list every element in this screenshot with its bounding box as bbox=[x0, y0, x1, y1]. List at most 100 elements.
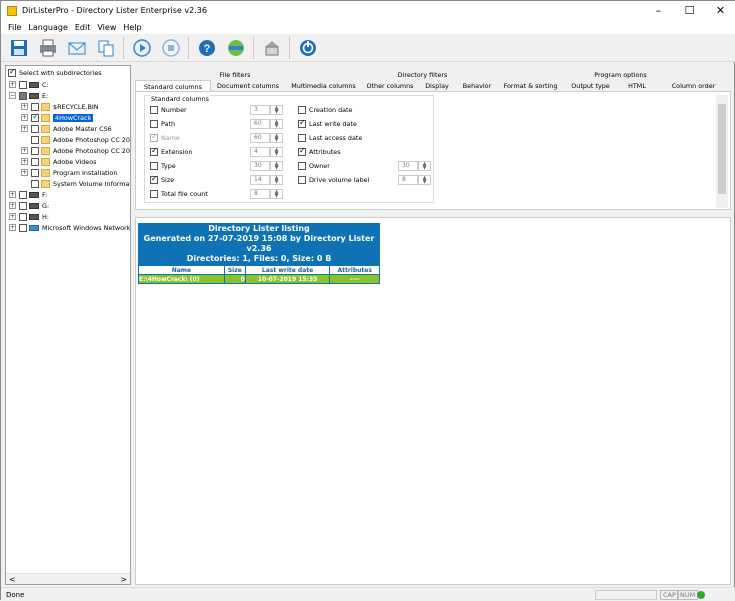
tree-horizontal-scrollbar[interactable]: < > bbox=[6, 573, 130, 584]
menu-edit[interactable]: Edit bbox=[75, 23, 91, 32]
tree-item[interactable]: + C: bbox=[9, 79, 49, 90]
tree-checkbox[interactable] bbox=[19, 212, 27, 221]
expand-icon[interactable]: + bbox=[9, 191, 16, 198]
tree-checkbox[interactable] bbox=[31, 146, 39, 155]
tree-checkbox[interactable] bbox=[31, 135, 39, 144]
expand-icon[interactable]: + bbox=[9, 81, 16, 88]
tree-checkbox[interactable] bbox=[19, 190, 27, 199]
tab-standard-columns[interactable]: Standard columns bbox=[135, 80, 211, 91]
expand-icon[interactable]: + bbox=[21, 169, 28, 176]
spinner-value[interactable]: 8 bbox=[250, 189, 270, 199]
spinner-arrows-icon[interactable]: ▲ ▼ bbox=[270, 133, 283, 143]
checkbox[interactable] bbox=[150, 120, 158, 128]
spinner-arrows-icon[interactable]: ▲ ▼ bbox=[270, 161, 283, 171]
expand-icon[interactable]: + bbox=[21, 147, 28, 154]
minimize-button[interactable]: – bbox=[643, 1, 674, 20]
scroll-left-icon[interactable]: < bbox=[9, 575, 16, 584]
cell-name[interactable]: E:\4HowCrack\ (0) bbox=[138, 274, 225, 284]
web-icon[interactable] bbox=[225, 37, 247, 59]
spinner-value[interactable]: 4 bbox=[250, 147, 270, 157]
tree-checkbox[interactable] bbox=[31, 112, 40, 122]
tab-other-columns[interactable]: Other columns bbox=[362, 80, 418, 91]
tree-checkbox[interactable] bbox=[31, 168, 39, 177]
checkbox[interactable] bbox=[298, 176, 306, 184]
checkbox[interactable] bbox=[298, 134, 306, 142]
expand-icon[interactable]: + bbox=[9, 224, 16, 231]
expand-icon[interactable]: + bbox=[9, 213, 16, 220]
tree-item[interactable]: − E: bbox=[9, 90, 48, 101]
power-icon[interactable] bbox=[297, 37, 319, 59]
expand-icon[interactable]: + bbox=[21, 125, 28, 132]
name-width-spinner[interactable]: 60 ▲ ▼ bbox=[250, 133, 283, 143]
shop-icon[interactable] bbox=[261, 37, 283, 59]
column-last-write-date-option[interactable]: Last write date bbox=[298, 118, 357, 129]
tab-file-filters[interactable]: File filters bbox=[135, 70, 335, 80]
spinner-value[interactable]: 30 bbox=[398, 161, 418, 171]
tree-item[interactable]: + H: bbox=[9, 211, 49, 222]
expand-icon[interactable]: + bbox=[9, 202, 16, 209]
size-width-spinner[interactable]: 14 ▲ ▼ bbox=[250, 175, 283, 185]
spinner-arrows-icon[interactable]: ▲ ▼ bbox=[418, 175, 431, 185]
directory-tree[interactable]: Select with subdirectories + C: − E: + $REC… bbox=[5, 65, 131, 585]
tab-format-sorting[interactable]: Format & sorting bbox=[498, 80, 563, 91]
checkbox[interactable] bbox=[150, 190, 158, 198]
spinner-value[interactable]: 60 bbox=[250, 133, 270, 143]
column-total-file-count-option[interactable]: Total file count bbox=[150, 189, 208, 199]
copy-icon[interactable] bbox=[95, 37, 117, 59]
spinner-value[interactable]: 14 bbox=[250, 175, 270, 185]
type-width-spinner[interactable]: 30 ▲ ▼ bbox=[250, 161, 283, 171]
play-icon[interactable] bbox=[131, 37, 153, 59]
spinner-arrows-icon[interactable]: ▲ ▼ bbox=[270, 175, 283, 185]
column-extension-option[interactable]: Extension bbox=[150, 146, 192, 157]
tree-checkbox[interactable] bbox=[19, 223, 27, 232]
spinner-value[interactable]: 60 bbox=[250, 119, 270, 129]
column-creation-date-option[interactable]: Creation date bbox=[298, 105, 352, 115]
column-attributes-option[interactable]: Attributes bbox=[298, 146, 341, 157]
checkbox[interactable] bbox=[298, 106, 306, 114]
spinner-arrows-icon[interactable]: ▲ ▼ bbox=[270, 119, 283, 129]
spinner-arrows-icon[interactable]: ▲ ▼ bbox=[270, 147, 283, 157]
tree-checkbox[interactable] bbox=[31, 124, 39, 133]
checkbox[interactable] bbox=[150, 106, 158, 114]
spinner-value[interactable]: 8 bbox=[398, 175, 418, 185]
spinner-arrows-icon[interactable]: ▲ ▼ bbox=[418, 161, 431, 171]
tab-display[interactable]: Display bbox=[418, 80, 456, 91]
select-subdirectories-checkbox[interactable] bbox=[8, 67, 16, 77]
save-icon[interactable] bbox=[8, 37, 30, 59]
checkbox[interactable] bbox=[150, 146, 158, 156]
expand-icon[interactable]: + bbox=[21, 114, 28, 121]
checkbox[interactable] bbox=[150, 174, 158, 184]
tree-item[interactable]: + F: bbox=[9, 189, 47, 200]
drive-volume-label-width-spinner[interactable]: 8 ▲ ▼ bbox=[398, 175, 431, 185]
spinner-arrows-icon[interactable]: ▲ ▼ bbox=[270, 105, 283, 115]
total-file-count-width-spinner[interactable]: 8 ▲ ▼ bbox=[250, 189, 283, 199]
menu-file[interactable]: File bbox=[8, 23, 21, 32]
column-number-option[interactable]: Number bbox=[150, 105, 187, 115]
spinner-value[interactable]: 30 bbox=[250, 161, 270, 171]
print-icon[interactable] bbox=[37, 37, 59, 59]
select-subdirectories-option[interactable]: Select with subdirectories bbox=[8, 67, 102, 78]
checkbox[interactable] bbox=[298, 162, 306, 170]
close-button[interactable]: ✕ bbox=[705, 1, 735, 20]
email-icon[interactable] bbox=[66, 37, 88, 59]
tree-checkbox[interactable] bbox=[31, 157, 39, 166]
tree-checkbox[interactable] bbox=[31, 179, 39, 188]
tree-item[interactable]: System Volume Informatic bbox=[31, 178, 130, 189]
tab-multimedia-columns[interactable]: Multimedia columns bbox=[285, 80, 362, 91]
tree-checkbox[interactable] bbox=[31, 102, 39, 111]
help-icon[interactable]: ? bbox=[196, 37, 218, 59]
owner-width-spinner[interactable]: 30 ▲ ▼ bbox=[398, 161, 431, 171]
tab-directory-filters[interactable]: Directory filters bbox=[335, 70, 510, 80]
tab-column-order[interactable]: Column order bbox=[656, 80, 731, 91]
tree-item[interactable]: + $RECYCLE.BIN bbox=[21, 101, 99, 112]
tree-checkbox[interactable] bbox=[19, 201, 27, 210]
column-path-option[interactable]: Path bbox=[150, 119, 175, 129]
tree-checkbox[interactable] bbox=[19, 91, 27, 100]
column-owner-option[interactable]: Owner bbox=[298, 161, 330, 171]
checkbox[interactable] bbox=[298, 118, 306, 128]
tree-item[interactable]: + G: bbox=[9, 200, 49, 211]
column-last-access-date-option[interactable]: Last access date bbox=[298, 133, 362, 143]
stop-icon[interactable] bbox=[160, 37, 182, 59]
options-vertical-scrollbar[interactable] bbox=[716, 95, 728, 208]
number-width-spinner[interactable]: 3 ▲ ▼ bbox=[250, 105, 283, 115]
